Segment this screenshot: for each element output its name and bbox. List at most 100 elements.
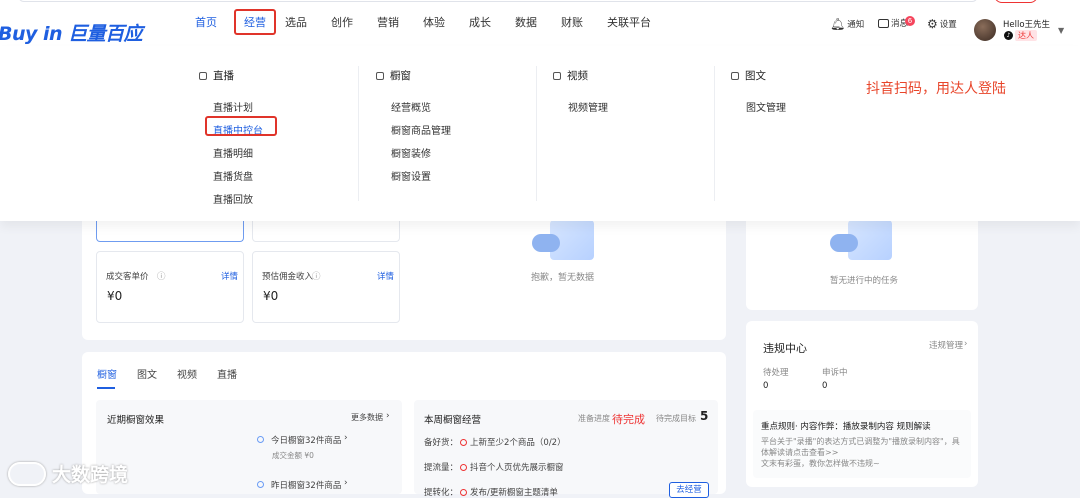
play-icon [553,71,561,80]
estimated-income-detail-link[interactable]: 详情 [377,270,394,282]
tab-graphic[interactable]: 图文 [137,366,157,381]
target-label: 待完成目标 [656,414,696,423]
main-nav: 首页 经营 选品 创作 营销 体验 成长 数据 财账 关联平台 [195,9,651,35]
nav-growth[interactable]: 成长 [469,14,491,35]
nav-marketing[interactable]: 营销 [377,14,399,35]
chevron-right-icon: › [964,339,968,349]
menu-divider [714,66,715,201]
menu-item-window-decor[interactable]: 橱窗装修 [391,145,431,160]
user-role: ♪ 达人 [1004,30,1037,41]
menu-graphic-heading: 图文 [731,68,766,83]
menu-item-video-manage[interactable]: 视频管理 [568,99,608,114]
today-window-link[interactable]: 今日橱窗32件商品 [271,434,341,446]
menu-live-heading: 直播 [199,68,234,83]
customer-price-label: 成交客单价 [106,272,149,282]
clock-icon [257,436,264,443]
rule-desc: 平台关于"录播"的表达方式已调整为"播放录制内容"，具体解读请点击查看>> [761,437,960,457]
content-card: 橱窗 图文 视频 直播 近期橱窗效果 更多数据 › 今日橱窗32件商品 › 成交… [82,352,726,498]
status-dot-icon [460,464,467,471]
menu-divider [358,66,359,201]
logo[interactable]: Buy in 巨量百应 [0,19,143,46]
notify-button[interactable]: 🔔︎ 通知 [830,17,864,31]
no-task-text: 暂无进行中的任务 [830,276,899,286]
more-data-link[interactable]: 更多数据 [351,412,383,423]
step-label-convert: 提转化： [424,488,459,498]
nav-business[interactable]: 经营 [234,9,276,35]
violation-title: 违规中心 [763,342,807,355]
menu-video-heading: 视频 [553,68,588,83]
rule-easter-egg: 文末有彩蛋，教你怎样做不违规~ [761,459,880,468]
video-camera-icon [199,71,207,80]
nav-selection[interactable]: 选品 [285,14,307,35]
nav-experience[interactable]: 体验 [423,14,445,35]
step-label-stock: 备好货： [424,438,459,448]
menu-item-live-plan[interactable]: 直播计划 [213,99,253,114]
highlight-box [205,116,277,136]
menu-item-live-replay[interactable]: 直播回放 [213,191,253,206]
info-icon: ⓘ [312,272,321,282]
tab-live[interactable]: 直播 [217,366,237,381]
menu-window-heading: 橱窗 [376,68,411,83]
gear-icon: ⚙ [927,17,938,31]
menu-col-live: 直播 [199,68,234,83]
step-text-stock: 上新至少2个商品（0/2） [460,436,566,448]
business-dropdown-menu: 直播 直播计划 直播中控台 直播明细 直播货盘 直播回放 橱窗 经营概览 橱窗商… [0,46,1080,221]
menu-item-live-goods[interactable]: 直播货盘 [213,168,253,183]
yesterday-window-link[interactable]: 昨日橱窗32件商品 [271,479,341,491]
bell-icon: 🔔︎ [830,17,846,31]
menu-item-live-detail[interactable]: 直播明细 [213,145,253,160]
window-icon [376,71,384,80]
status-dot-icon [460,489,467,496]
progress-value: 待完成 [612,413,645,426]
go-manage-button[interactable]: 去经营 [669,482,709,498]
menu-divider [536,66,537,201]
menu-col-window: 橱窗 [376,68,411,83]
recent-title: 近期橱窗效果 [107,415,165,426]
nav-create[interactable]: 创作 [331,14,353,35]
chevron-right-icon: › [344,433,348,443]
info-icon: ⓘ [157,272,166,282]
estimated-income-value: ¥0 [263,289,279,303]
nav-home[interactable]: 首页 [195,14,217,35]
chevron-down-icon[interactable]: ▼ [1058,26,1064,35]
step-text-convert: 发布/更新橱窗主题清单 [460,486,558,498]
tab-window[interactable]: 橱窗 [97,366,117,381]
role-tag: 达人 [1015,30,1037,41]
weekly-window-panel: 本周橱窗经营 准备进度 待完成 待完成目标 5 备好货： 上新至少2个商品（0/… [414,400,718,498]
customer-price-detail-link[interactable]: 详情 [221,270,238,282]
nav-related-platform[interactable]: 关联平台 [607,14,651,35]
no-data-text: 抱歉，暂无数据 [531,273,595,283]
settings-label: 设置 [939,20,957,30]
message-count-badge: 6 [905,16,915,26]
chevron-right-icon: › [344,478,348,488]
watermark-text: 大数跨境 [52,464,129,486]
menu-col-graphic: 图文 [731,68,766,83]
search-bar-edge[interactable] [18,0,978,2]
avatar[interactable] [974,19,996,41]
weekly-title: 本周橱窗经营 [424,415,482,426]
pending-label: 待处理 [763,368,789,378]
message-button[interactable]: 消息 [878,17,908,29]
target-value: 5 [700,409,709,423]
menu-item-graphic-manage[interactable]: 图文管理 [746,99,786,114]
violation-manage-link[interactable]: 违规管理 [929,339,963,351]
menu-item-window-settings[interactable]: 橱窗设置 [391,168,431,183]
menu-col-video: 视频 [553,68,588,83]
nav-finance[interactable]: 财账 [561,14,583,35]
empty-illustration [532,220,594,260]
rule-box[interactable]: 重点规则· 内容作弊：播放录制内容 规则解读 平台关于"录播"的表达方式已调整为… [753,410,971,478]
settings-button[interactable]: ⚙ 设置 [927,17,957,31]
red-pill-edge[interactable] [994,0,1038,3]
tab-video[interactable]: 视频 [177,366,197,381]
step-label-traffic: 提流量： [424,463,459,473]
customer-price-box: 成交客单价 ⓘ 详情 ¥0 [96,251,244,323]
appeal-label: 申诉中 [822,368,848,378]
menu-item-window-goods[interactable]: 橱窗商品管理 [391,122,451,137]
annotation-text: 抖音扫码，用达人登陆 [866,81,1006,97]
nav-data[interactable]: 数据 [515,14,537,35]
menu-item-overview[interactable]: 经营概览 [391,99,431,114]
active-tab-indicator [97,387,115,389]
chevron-right-icon: › [386,411,390,421]
user-name: Hello王先生 [1003,20,1051,30]
rule-title[interactable]: 重点规则· 内容作弊：播放录制内容 规则解读 [761,420,931,432]
